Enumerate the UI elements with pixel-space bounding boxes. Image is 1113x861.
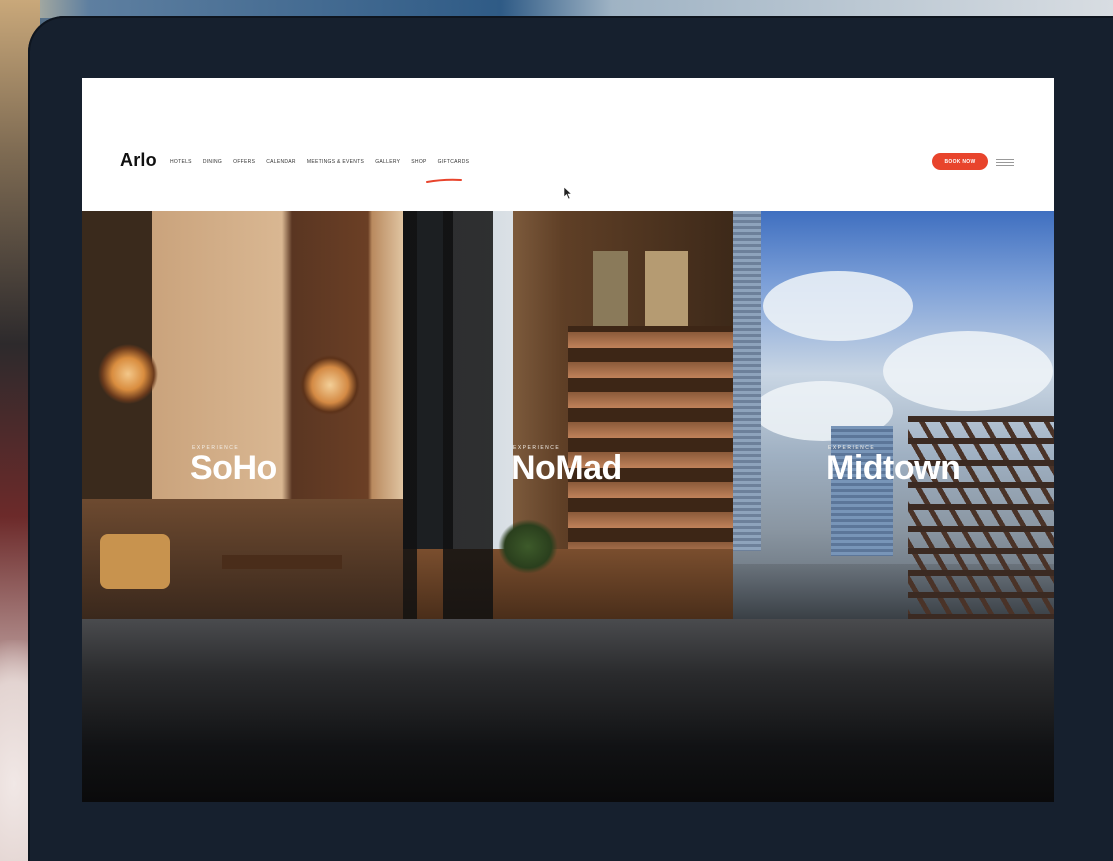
soho-chair (100, 534, 170, 589)
nomad-bookshelf (568, 326, 733, 551)
nomad-door (403, 211, 493, 619)
main-nav: HOTELS DINING OFFERS CALENDAR MEETINGS &… (170, 159, 469, 165)
nav-item-hotels[interactable]: HOTELS (170, 159, 192, 165)
panel-title: NoMad (511, 449, 622, 487)
hero-panels: EXPERIENCE SoHo EXPERIENCE NoMad EXPERIE… (82, 211, 1054, 619)
panel-title: SoHo (190, 449, 277, 487)
hamburger-menu-icon[interactable] (996, 158, 1014, 166)
nav-active-underline (426, 178, 462, 183)
nomad-plant (498, 519, 558, 574)
soho-table (222, 555, 342, 569)
panel-label-nomad: EXPERIENCE NoMad (511, 445, 622, 485)
tablet-screen: Arlo HOTELS DINING OFFERS CALENDAR MEETI… (82, 78, 1054, 802)
site-header: Arlo HOTELS DINING OFFERS CALENDAR MEETI… (82, 78, 1054, 211)
cloud (883, 331, 1053, 411)
midtown-tower-left (733, 211, 761, 551)
nav-item-shop[interactable]: SHOP (411, 159, 426, 165)
photo-scene: Arlo HOTELS DINING OFFERS CALENDAR MEETI… (0, 0, 1113, 861)
mouse-cursor-icon (563, 186, 573, 200)
panel-title: Midtown (826, 449, 961, 487)
nav-item-gallery[interactable]: GALLERY (375, 159, 400, 165)
nav-item-offers[interactable]: OFFERS (233, 159, 255, 165)
nav-item-giftcards[interactable]: GIFTCARDS (438, 159, 470, 165)
panel-label-midtown: EXPERIENCE Midtown (826, 445, 961, 487)
nav-item-dining[interactable]: DINING (203, 159, 222, 165)
cloud (763, 271, 913, 341)
site-logo[interactable]: Arlo (120, 150, 157, 171)
nomad-frames (573, 251, 733, 326)
panel-label-soho: EXPERIENCE SoHo (190, 445, 277, 485)
nav-item-meetings-events[interactable]: MEETINGS & EVENTS (307, 159, 364, 165)
nav-item-calendar[interactable]: CALENDAR (266, 159, 296, 165)
panel-midtown[interactable]: EXPERIENCE Midtown (733, 211, 1054, 619)
panel-soho[interactable]: EXPERIENCE SoHo (82, 211, 403, 619)
page-bottom-band (82, 619, 1054, 802)
book-now-button[interactable]: BOOK NOW (932, 153, 988, 170)
panel-nomad[interactable]: EXPERIENCE NoMad (403, 211, 733, 619)
